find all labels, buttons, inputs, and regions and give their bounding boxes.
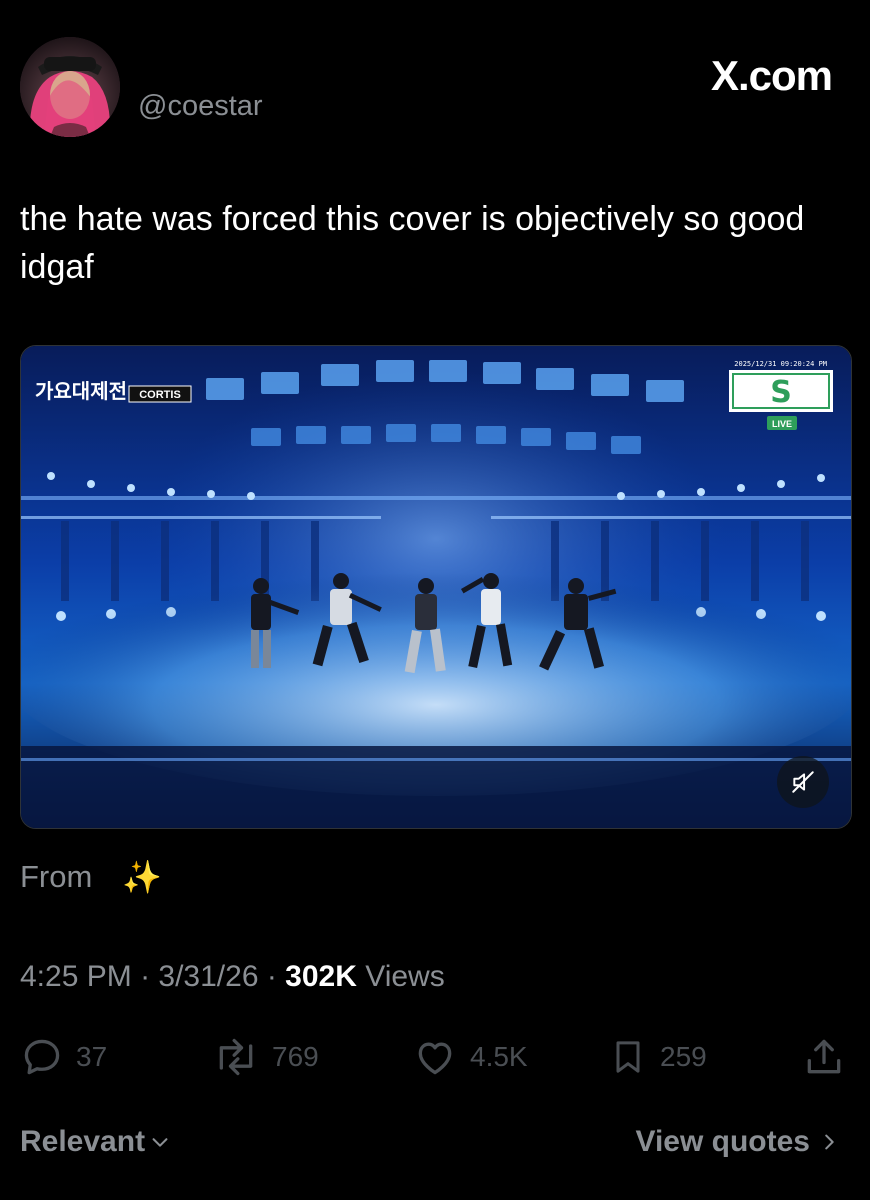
reply-icon: [24, 1039, 60, 1075]
bookmark-button[interactable]: 259: [608, 1030, 707, 1084]
sort-dropdown[interactable]: Relevant: [20, 1125, 171, 1159]
video-frame: 가요대제전 CORTIS 2025/12/31 09:20:24 PM S LI…: [21, 346, 851, 828]
avatar[interactable]: [20, 37, 120, 137]
bookmark-icon: [616, 1041, 640, 1073]
share-button[interactable]: [802, 1030, 858, 1084]
tweet-text: the hate was forced this cover is object…: [20, 200, 805, 286]
separator: ·: [140, 960, 159, 993]
view-quotes-label: View quotes: [635, 1125, 811, 1158]
tweet-time[interactable]: 4:25 PM: [20, 960, 132, 993]
like-count: 4.5K: [470, 1041, 528, 1072]
video-player[interactable]: 가요대제전 CORTIS 2025/12/31 09:20:24 PM S LI…: [20, 345, 852, 829]
broadcast-logo: 가요대제전: [35, 379, 127, 403]
action-bar: 37 769 4.5K 259: [20, 1030, 850, 1084]
from-row: From ✨: [20, 858, 162, 896]
chevron-down-icon: [152, 1138, 168, 1147]
share-icon: [807, 1039, 841, 1074]
sort-label: Relevant: [20, 1125, 146, 1158]
views-count: 302K: [285, 960, 357, 993]
chevron-right-icon: [825, 1134, 834, 1150]
brand-logo: X.com: [710, 52, 833, 99]
reply-count: 37: [76, 1041, 108, 1072]
like-icon: [418, 1042, 452, 1075]
tweet-date[interactable]: 3/31/26: [158, 960, 258, 993]
from-label: From: [20, 859, 93, 894]
repost-count: 769: [272, 1041, 319, 1072]
tweet-meta: 4:25 PM · 3/31/26 · 302K Views: [20, 960, 445, 994]
like-button[interactable]: 4.5K: [412, 1030, 528, 1084]
repost-icon: [219, 1038, 253, 1076]
mute-icon: [792, 771, 814, 793]
author-handle[interactable]: @coestar: [138, 90, 263, 123]
separator: ·: [266, 960, 286, 993]
channel-logo: S: [770, 375, 792, 410]
live-badge: LIVE: [772, 419, 792, 429]
views-label: Views: [365, 960, 445, 993]
broadcast-timestamp: 2025/12/31 09:20:24 PM: [734, 360, 827, 368]
artist-tag: CORTIS: [139, 389, 181, 401]
view-quotes-link[interactable]: View quotes: [636, 1125, 841, 1159]
repost-button[interactable]: 769: [212, 1030, 319, 1084]
reply-button[interactable]: 37: [20, 1030, 107, 1084]
sparkles-emoji[interactable]: ✨: [122, 858, 162, 896]
avatar-image: [20, 37, 120, 137]
replies-header: Relevant View quotes: [20, 1125, 840, 1169]
bookmark-count: 259: [660, 1041, 707, 1072]
mute-button[interactable]: [777, 756, 829, 808]
